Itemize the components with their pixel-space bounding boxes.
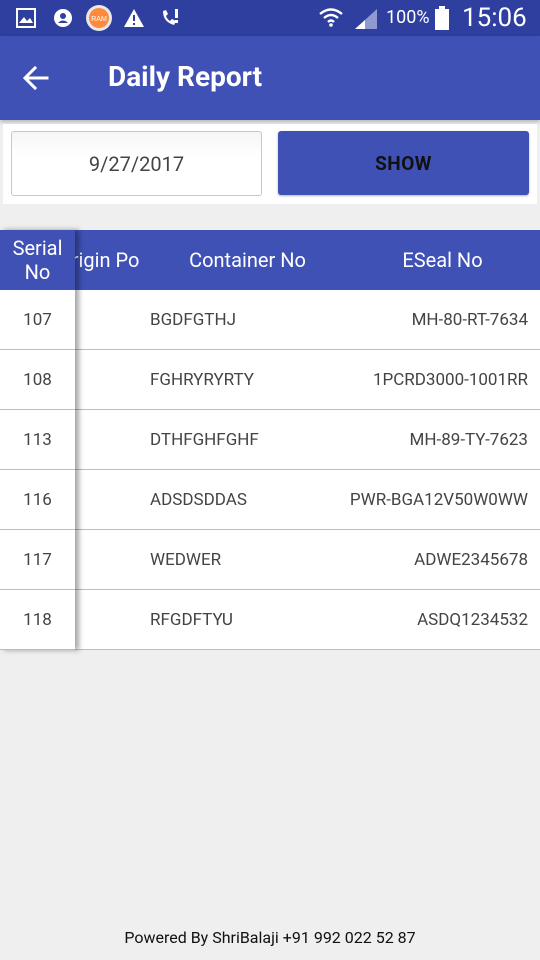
signal-icon (353, 7, 379, 31)
cell-serial-no: 117 (0, 530, 75, 590)
header-serial-no: Serial No (0, 230, 75, 290)
cell-container-no: WEDWER (150, 550, 222, 570)
filter-panel: 9/27/2017 SHOW (3, 124, 537, 204)
cell-container-no: DTHFGHFGHF (150, 430, 259, 450)
header-eseal-no: ESeal No (402, 248, 483, 272)
table-row[interactable]: DTHFGHFGHF MH-89-TY-7623 (0, 410, 540, 470)
cell-container-no: FGHRYRYRTY (150, 370, 254, 390)
phone-alert-icon (160, 8, 182, 28)
cell-serial-no: 108 (0, 350, 75, 410)
cell-eseal-no: 1PCRD3000-1001RR (372, 370, 528, 390)
report-table[interactable]: Origin Port Container No ESeal No BGDFGT… (0, 230, 540, 650)
page-title: Daily Report (108, 60, 263, 93)
header-origin-port: Origin Port (70, 248, 140, 272)
cell-container-no: RFGDFTYU (150, 610, 233, 630)
cell-serial-no: 116 (0, 470, 75, 530)
cell-serial-no: 118 (0, 590, 75, 650)
header-container-no: Container No (189, 248, 306, 272)
table-row[interactable]: FGHRYRYRTY 1PCRD3000-1001RR (0, 350, 540, 410)
table-header: Origin Port Container No ESeal No (0, 230, 540, 290)
cell-container-no: ADSDSDDAS (150, 490, 247, 510)
cell-container-no: BGDFGTHJ (150, 310, 236, 330)
gallery-icon (16, 8, 36, 28)
show-button[interactable]: SHOW (278, 131, 529, 195)
date-field[interactable]: 9/27/2017 (11, 131, 262, 196)
table-row[interactable]: BGDFGTHJ MH-80-RT-7634 (0, 290, 540, 350)
wifi-icon (318, 5, 344, 31)
cell-serial-no: 107 (0, 290, 75, 350)
cell-eseal-no: ADWE2345678 (414, 550, 528, 570)
warning-icon (123, 8, 145, 28)
status-clock: 15:06 (462, 3, 527, 33)
frozen-serial-column: Serial No 107 108 113 116 117 118 (0, 230, 75, 650)
app-bar: Daily Report (0, 36, 540, 120)
cell-eseal-no: PWR-BGA12V50W0WW (349, 490, 528, 510)
cell-eseal-no: MH-89-TY-7623 (409, 430, 528, 450)
back-button[interactable] (18, 60, 54, 96)
table-body: BGDFGTHJ MH-80-RT-7634 FGHRYRYRTY 1PCRD3… (0, 290, 540, 650)
status-bar: RAM 100% 15:06 (0, 0, 540, 36)
battery-percent: 100% (386, 7, 430, 28)
cell-eseal-no: MH-80-RT-7634 (411, 310, 528, 330)
table-row[interactable]: WEDWER ADWE2345678 (0, 530, 540, 590)
cell-eseal-no: ASDQ1234532 (417, 610, 528, 630)
arrow-left-icon (22, 65, 49, 91)
table-row[interactable]: RFGDFTYU ASDQ1234532 (0, 590, 540, 650)
table-row[interactable]: ADSDSDDAS PWR-BGA12V50W0WW (0, 470, 540, 530)
cell-serial-no: 113 (0, 410, 75, 470)
account-icon (53, 8, 73, 28)
ram-booster-icon: RAM (85, 4, 113, 32)
footer-credit: Powered By ShriBalaji +91 992 022 52 87 (124, 928, 416, 947)
battery-icon (435, 6, 449, 30)
svg-text:RAM: RAM (91, 16, 107, 23)
